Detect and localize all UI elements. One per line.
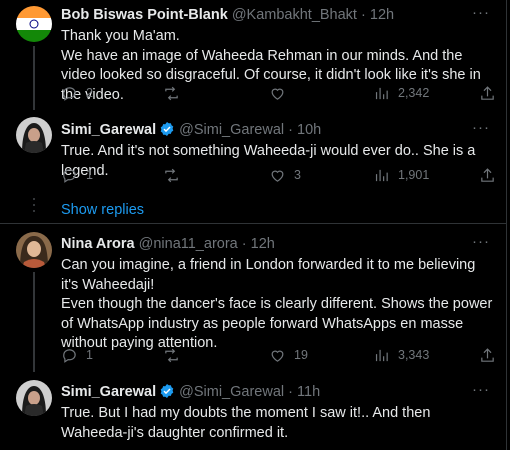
reply-count: 2 bbox=[86, 86, 93, 100]
more-icon[interactable]: ··· bbox=[472, 232, 490, 252]
author-name[interactable]: Simi_Garewal bbox=[61, 384, 156, 400]
author-name[interactable]: Simi_Garewal bbox=[61, 122, 156, 138]
repost-icon bbox=[165, 348, 178, 362]
tweet-simi-garewal-2[interactable]: Simi_Garewal @Simi_Garewal · 11h ··· Tru… bbox=[0, 372, 506, 450]
separator-dot: · bbox=[288, 384, 293, 400]
views-count: 2,342 bbox=[398, 86, 430, 100]
tweet-time[interactable]: 12h bbox=[251, 236, 275, 252]
author-handle[interactable]: @Simi_Garewal bbox=[179, 122, 284, 138]
repost-icon bbox=[165, 168, 178, 182]
like-button[interactable]: 3 bbox=[269, 165, 301, 185]
reply-icon bbox=[63, 86, 76, 101]
share-button[interactable] bbox=[479, 345, 496, 365]
more-icon[interactable]: ··· bbox=[472, 380, 490, 400]
show-replies-link[interactable]: Show replies bbox=[61, 200, 144, 220]
reply-count: 1 bbox=[86, 168, 93, 182]
author-handle[interactable]: @nina11_arora bbox=[139, 236, 238, 252]
reply-button[interactable]: 1 bbox=[61, 345, 93, 365]
like-count: 3 bbox=[294, 168, 301, 182]
avatar-bob-biswas[interactable] bbox=[16, 6, 52, 42]
tweet-bob-biswas[interactable]: Bob Biswas Point-Blank @Kambakht_Bhakt ·… bbox=[0, 0, 506, 110]
views-icon bbox=[375, 87, 388, 99]
repost-button[interactable] bbox=[163, 345, 180, 365]
like-count: 19 bbox=[294, 348, 308, 362]
like-icon bbox=[271, 88, 284, 100]
share-button[interactable] bbox=[479, 83, 496, 103]
author-name[interactable]: Bob Biswas Point-Blank bbox=[61, 7, 228, 23]
views-icon bbox=[375, 169, 388, 181]
separator-dot: · bbox=[288, 122, 293, 138]
tweet-simi-garewal-1[interactable]: Simi_Garewal @Simi_Garewal · 10h ··· Tru… bbox=[0, 110, 506, 190]
like-icon bbox=[271, 170, 284, 182]
share-button[interactable] bbox=[479, 165, 496, 185]
verified-badge-icon bbox=[160, 384, 174, 398]
tweet-line: Can you imagine, a friend in London forw… bbox=[61, 257, 476, 293]
author-handle[interactable]: @Kambakht_Bhakt bbox=[232, 7, 357, 23]
separator-dot: · bbox=[361, 7, 366, 23]
tweet-text: Can you imagine, a friend in London forw… bbox=[61, 256, 494, 354]
views-button[interactable]: 3,343 bbox=[373, 345, 429, 365]
thread-line bbox=[33, 272, 35, 372]
like-icon bbox=[271, 350, 284, 362]
views-button[interactable]: 1,901 bbox=[373, 165, 429, 185]
repost-button[interactable] bbox=[163, 165, 180, 185]
more-icon[interactable]: ··· bbox=[472, 3, 490, 23]
views-count: 1,901 bbox=[398, 168, 430, 182]
separator-dot: · bbox=[241, 236, 247, 252]
reply-count: 1 bbox=[86, 348, 93, 362]
tweet-nina-arora[interactable]: Nina Arora @nina11_arora · 12h ··· Can y… bbox=[0, 224, 506, 372]
tweet-line: True. But I had my doubts the moment I s… bbox=[61, 405, 431, 441]
reply-icon bbox=[63, 348, 76, 363]
share-icon bbox=[481, 347, 494, 362]
action-bar: 2 2,342 bbox=[61, 83, 494, 103]
reply-icon bbox=[63, 168, 76, 183]
repost-icon bbox=[165, 86, 178, 100]
thread-dots bbox=[31, 198, 37, 216]
views-button[interactable]: 2,342 bbox=[373, 83, 429, 103]
timeline: Bob Biswas Point-Blank @Kambakht_Bhakt ·… bbox=[0, 0, 507, 450]
share-icon bbox=[481, 167, 494, 182]
reply-button[interactable]: 1 bbox=[61, 165, 93, 185]
author-name[interactable]: Nina Arora bbox=[61, 236, 135, 252]
views-icon bbox=[375, 349, 388, 361]
action-bar: 1 3 1,901 bbox=[61, 165, 494, 185]
tweet-text: True. But I had my doubts the moment I s… bbox=[61, 404, 494, 443]
tweet-time[interactable]: 12h bbox=[370, 7, 394, 23]
thread-line bbox=[33, 46, 35, 110]
more-icon[interactable]: ··· bbox=[472, 118, 490, 138]
tweet-time[interactable]: 11h bbox=[297, 384, 320, 400]
action-bar: 1 19 3,343 bbox=[61, 345, 494, 365]
views-count: 3,343 bbox=[398, 348, 430, 362]
verified-badge-icon bbox=[160, 122, 174, 136]
tweet-time[interactable]: 10h bbox=[297, 122, 321, 138]
repost-button[interactable] bbox=[163, 83, 180, 103]
avatar-nina-arora[interactable] bbox=[16, 232, 52, 268]
tweet-line: Thank you Ma'am. bbox=[61, 28, 180, 44]
like-button[interactable] bbox=[269, 83, 286, 103]
avatar-simi-garewal[interactable] bbox=[16, 380, 52, 416]
share-icon bbox=[481, 85, 494, 100]
like-button[interactable]: 19 bbox=[269, 345, 308, 365]
reply-button[interactable]: 2 bbox=[61, 83, 93, 103]
author-handle[interactable]: @Simi_Garewal bbox=[179, 384, 284, 400]
avatar-simi-garewal[interactable] bbox=[16, 117, 52, 153]
